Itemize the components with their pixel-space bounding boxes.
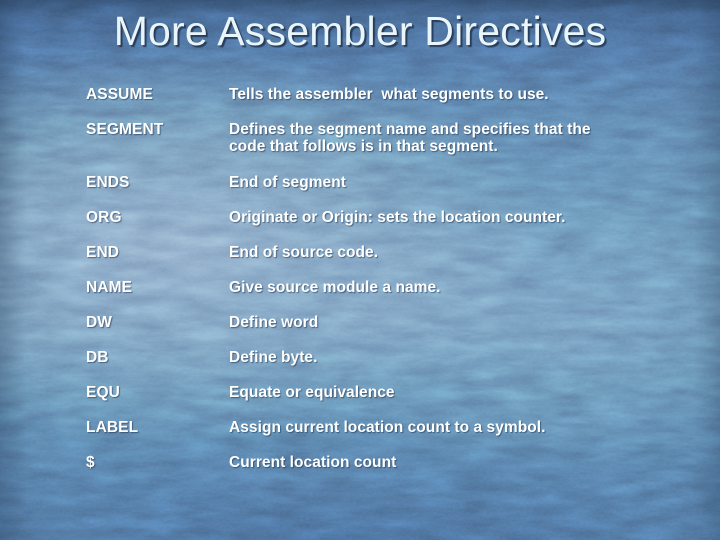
directive-term: ORG: [86, 209, 122, 226]
directive-term: $: [86, 454, 95, 471]
directive-row: DB Define byte.: [86, 349, 652, 366]
directive-term: EQU: [86, 384, 120, 401]
directive-row: LABEL Assign current location count to a…: [86, 419, 652, 436]
directive-row: ENDS End of segment: [86, 174, 652, 191]
directive-row: ASSUME Tells the assembler what segments…: [86, 86, 652, 103]
directive-definition: End of segment: [229, 174, 346, 191]
directive-row: $ Current location count: [86, 454, 652, 471]
directive-row: NAME Give source module a name.: [86, 279, 652, 296]
directive-row: EQU Equate or equivalence: [86, 384, 652, 401]
slide: More Assembler Directives ASSUME Tells t…: [0, 0, 720, 540]
directive-row: DW Define word: [86, 314, 652, 331]
directive-term: NAME: [86, 279, 133, 296]
directive-row: ORG Originate or Origin: sets the locati…: [86, 209, 652, 226]
definition-line-1: Defines the segment name and specifies t…: [229, 121, 591, 138]
definition-line-2: code that follows is in that segment.: [229, 138, 498, 155]
directive-definition: Tells the assembler what segments to use…: [229, 86, 549, 103]
directive-row: SEGMENT Defines the segment name and spe…: [86, 121, 652, 155]
directive-definition: Equate or equivalence: [229, 384, 395, 401]
directive-definition: Defines the segment name and specifies t…: [229, 121, 652, 155]
directive-term: SEGMENT: [86, 121, 164, 138]
directive-definition: Current location count: [229, 454, 397, 471]
directive-term: ENDS: [86, 174, 130, 191]
directives-list: ASSUME Tells the assembler what segments…: [86, 86, 652, 489]
directive-definition: Define word: [229, 314, 319, 331]
directive-term: LABEL: [86, 419, 139, 436]
slide-title: More Assembler Directives: [113, 8, 607, 54]
directive-term: DW: [86, 314, 113, 331]
directive-term: DB: [86, 349, 109, 366]
directive-term: ASSUME: [86, 86, 153, 103]
directive-definition: End of source code.: [229, 244, 379, 261]
directive-definition: Assign current location count to a symbo…: [229, 419, 546, 436]
directive-definition: Define byte.: [229, 349, 318, 366]
directive-row: END End of source code.: [86, 244, 652, 261]
directive-term: END: [86, 244, 120, 261]
directive-definition: Originate or Origin: sets the location c…: [229, 209, 566, 226]
directive-definition: Give source module a name.: [229, 279, 441, 296]
